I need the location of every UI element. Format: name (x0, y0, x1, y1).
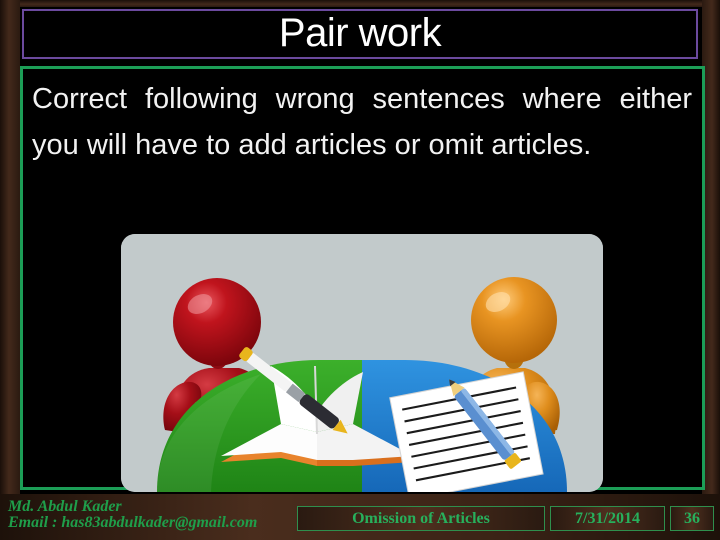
footer-subject-field: Omission of Articles (297, 506, 545, 531)
page-title: Pair work (278, 11, 442, 55)
footer-page-number: 36 (670, 506, 714, 531)
author-email: Email : has83abdulkader@gmail.com (8, 514, 258, 531)
content-placeholder: Correct following wrong sentences where … (20, 66, 705, 492)
author-name: Md. Abdul Kader (8, 498, 122, 515)
footer-date-field: 7/31/2014 (550, 506, 665, 531)
slide-frame-top (0, 0, 720, 7)
pair-work-illustration (121, 234, 603, 492)
title-placeholder: Pair work (22, 9, 698, 59)
illustration-svg (121, 234, 603, 492)
slide-frame-left (0, 0, 20, 540)
slide-canvas: Pair work Correct following wrong senten… (0, 0, 720, 540)
instruction-text: Correct following wrong sentences where … (32, 83, 692, 161)
author-credit: Md. Abdul Kader Email : has83abdulkader@… (8, 499, 257, 531)
